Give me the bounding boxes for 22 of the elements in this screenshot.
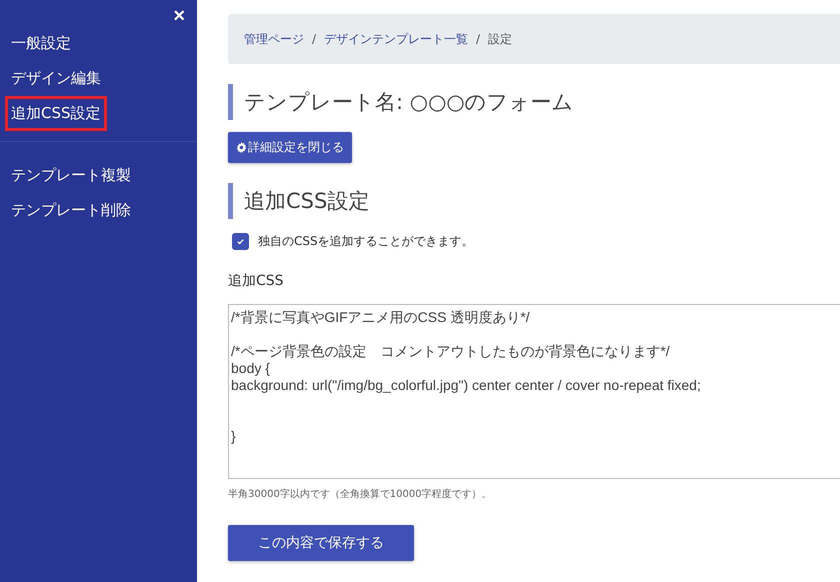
sidebar-item[interactable]: テンプレート削除 xyxy=(5,193,137,228)
breadcrumb-link[interactable]: デザインテンプレート一覧 xyxy=(324,29,468,49)
sidebar-item[interactable]: 追加CSS設定 xyxy=(5,96,107,131)
breadcrumb-separator: / xyxy=(476,31,480,48)
breadcrumb-separator: / xyxy=(312,31,316,48)
section-title: 追加CSS設定 xyxy=(228,183,370,219)
field-label: 追加CSS xyxy=(228,272,284,290)
save-button[interactable]: この内容で保存する xyxy=(228,525,414,561)
css-input-field[interactable]: /*背景に写真やGIFアニメ用のCSS 透明度あり*/ /*ページ背景色の設定 コメントアウトしたものが背景色になります*/ body { background: url("/img/bg_colorful.jpg") center center / cover no-repeat fixed; } xyxy=(228,304,840,479)
field-hint: 半角30000字以内です（全角換算で10000字程度です）。 xyxy=(228,488,492,501)
breadcrumb-link[interactable]: 管理ページ xyxy=(244,29,304,49)
sidebar-item[interactable]: デザイン編集 xyxy=(5,61,107,96)
page-title: テンプレート名: ○○○のフォーム xyxy=(228,84,574,120)
sidebar-item[interactable]: 一般設定 xyxy=(5,26,77,61)
check-icon xyxy=(236,237,245,246)
sidebar-item[interactable]: テンプレート複製 xyxy=(5,158,137,193)
close-button[interactable]: × xyxy=(173,6,185,26)
gear-icon xyxy=(236,142,247,153)
checkbox-label: 独自のCSSを追加することができます。 xyxy=(258,233,474,250)
breadcrumb-current: 設定 xyxy=(488,31,512,48)
close-details-button[interactable]: 詳細設定を閉じる xyxy=(228,132,352,163)
checkbox[interactable] xyxy=(232,233,249,250)
